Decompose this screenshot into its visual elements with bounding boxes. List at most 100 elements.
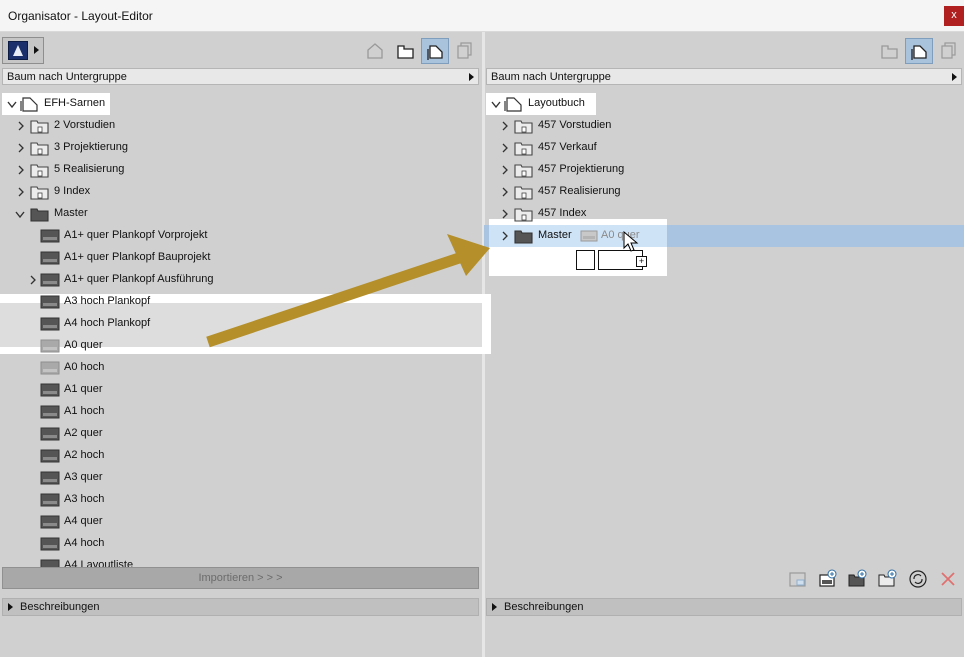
tree-folder-row[interactable]: 3 Projektierung [16, 137, 316, 159]
import-button[interactable]: Importieren > > > [2, 567, 479, 589]
master-layout-row[interactable]: A1 quer [28, 379, 328, 401]
archicad-logo-icon [8, 41, 28, 60]
new-subset-icon[interactable] [876, 567, 900, 591]
master-layout-label: A1 quer [64, 383, 103, 395]
left-root-label: EFH-Sarnen [44, 97, 106, 109]
master-layout-icon [40, 515, 60, 529]
master-layout-icon [40, 251, 60, 265]
layout-book-icon[interactable] [421, 38, 449, 64]
master-layout-row[interactable]: A4 quer [28, 511, 328, 533]
master-layout-row[interactable]: A3 hoch Plankopf [28, 291, 328, 313]
subset-folder-icon [514, 142, 533, 156]
master-layout-row[interactable]: A0 hoch [28, 357, 328, 379]
right-descriptions-toggle[interactable]: Beschreibungen [486, 598, 962, 616]
tree-master-folder-row[interactable]: Master [15, 203, 316, 225]
new-layout-icon[interactable] [786, 567, 810, 591]
tree-folder-row[interactable]: 457 Realisierung [500, 181, 621, 203]
master-layout-row[interactable]: A3 hoch [28, 489, 328, 511]
chevron-right-icon[interactable] [500, 143, 510, 153]
master-layout-icon [40, 383, 60, 397]
right-descriptions-label: Beschreibungen [504, 601, 584, 613]
master-layout-label: A2 hoch [64, 449, 105, 461]
tree-folder-row[interactable]: 9 Index [16, 181, 316, 203]
new-master-folder-icon[interactable] [846, 567, 870, 591]
master-layout-icon [40, 229, 60, 243]
chevron-right-icon[interactable] [500, 165, 510, 175]
left-descriptions-label: Beschreibungen [20, 601, 100, 613]
tree-folder-row[interactable]: 457 Index [500, 203, 620, 225]
view-map-icon-right[interactable] [876, 38, 904, 64]
chevron-right-icon[interactable] [500, 209, 510, 219]
dropdown-arrow-icon [469, 73, 474, 81]
tree-folder-label: 3 Projektierung [54, 141, 128, 153]
left-group-dropdown[interactable]: Baum nach Untergruppe [2, 68, 479, 85]
layout-book-root-icon [20, 97, 38, 112]
left-toolbar [0, 32, 483, 68]
chevron-right-icon[interactable] [16, 121, 26, 131]
chevron-right-icon[interactable] [16, 143, 26, 153]
view-map-icon[interactable] [392, 38, 420, 64]
master-layout-icon [40, 295, 60, 309]
master-layout-row[interactable]: A0 quer [28, 335, 328, 357]
tree-folder-label: 5 Realisierung [54, 163, 125, 175]
master-folder-icon [514, 230, 533, 244]
refresh-icon[interactable] [906, 567, 930, 591]
tree-folder-label: Master [538, 229, 572, 241]
publisher-sets-icon-right[interactable] [935, 38, 963, 64]
master-layout-row[interactable]: A4 hoch Plankopf [28, 313, 328, 335]
left-root-row[interactable]: EFH-Sarnen [2, 93, 110, 115]
master-layout-label: A1+ quer Plankopf Ausführung [64, 273, 214, 285]
expand-arrow-icon [492, 603, 497, 611]
delete-icon[interactable] [936, 567, 960, 591]
chevron-right-icon[interactable] [500, 231, 510, 241]
new-master-layout-icon[interactable] [816, 567, 840, 591]
tree-folder-label: 457 Vorstudien [538, 119, 612, 131]
master-layout-row[interactable]: A1+ quer Plankopf Ausführung [28, 269, 328, 291]
title-bar: Organisator - Layout-Editor x [0, 0, 964, 32]
layout-book-icon-right[interactable] [905, 38, 933, 64]
chevron-down-icon[interactable] [7, 100, 17, 110]
chevron-down-icon[interactable] [15, 210, 25, 220]
add-plus-icon: + [636, 256, 647, 267]
tree-folder-label: 457 Verkauf [538, 141, 597, 153]
master-layout-label: A4 hoch Plankopf [64, 317, 151, 329]
layout-book-root-icon [504, 97, 522, 112]
master-layout-row[interactable]: A1 hoch [28, 401, 328, 423]
master-layout-icon [40, 537, 60, 551]
app-menu-button[interactable] [2, 37, 44, 64]
chevron-right-icon[interactable] [500, 121, 510, 131]
subset-folder-icon [514, 164, 533, 178]
master-folder-icon [30, 208, 49, 222]
right-group-dropdown[interactable]: Baum nach Untergruppe [486, 68, 962, 85]
master-layout-row[interactable]: A1+ quer Plankopf Bauprojekt [28, 247, 328, 269]
chevron-right-icon[interactable] [500, 187, 510, 197]
publisher-sets-icon[interactable] [451, 38, 479, 64]
master-layout-label: A4 quer [64, 515, 103, 527]
tree-folder-row[interactable]: 457 Verkauf [500, 137, 620, 159]
right-root-row[interactable]: Layoutbuch [486, 93, 596, 115]
chevron-right-icon[interactable] [16, 165, 26, 175]
master-layout-label: A3 hoch [64, 493, 105, 505]
tree-folder-row[interactable]: 2 Vorstudien [16, 115, 316, 137]
left-descriptions-toggle[interactable]: Beschreibungen [2, 598, 479, 616]
close-button[interactable]: x [944, 6, 964, 26]
tree-folder-row[interactable]: 457 Projektierung [500, 159, 624, 181]
project-map-icon[interactable] [362, 38, 390, 64]
subset-folder-icon [30, 164, 49, 178]
subset-folder-icon [30, 142, 49, 156]
master-layout-row[interactable]: A3 quer [28, 467, 328, 489]
dropdown-arrow-icon [952, 73, 957, 81]
master-layout-row[interactable]: A1+ quer Plankopf Vorprojekt [28, 225, 328, 247]
master-layout-row[interactable]: A2 hoch [28, 445, 328, 467]
tree-folder-row[interactable]: 457 Vorstudien [500, 115, 620, 137]
master-layout-row[interactable]: A4 hoch [28, 533, 328, 555]
tree-folder-label: 457 Index [538, 207, 587, 219]
master-layout-label: A1 hoch [64, 405, 105, 417]
master-layout-label: A4 hoch [64, 537, 105, 549]
master-layout-row[interactable]: A2 quer [28, 423, 328, 445]
master-layout-icon [40, 471, 60, 485]
chevron-down-icon[interactable] [491, 100, 501, 110]
tree-folder-row[interactable]: 5 Realisierung [16, 159, 316, 181]
chevron-right-icon[interactable] [16, 187, 26, 197]
chevron-right-icon[interactable] [28, 275, 38, 285]
